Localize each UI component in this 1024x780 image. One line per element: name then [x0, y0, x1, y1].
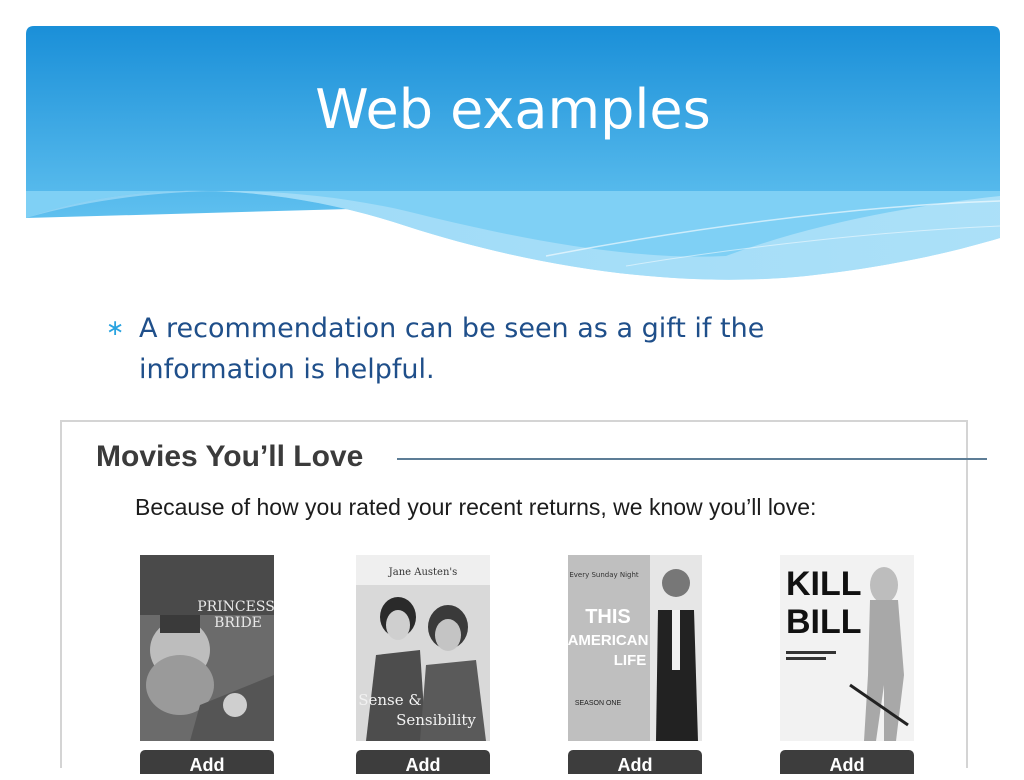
add-button[interactable]: Add — [568, 750, 702, 775]
poster-princess-bride[interactable]: PRINCESS BRIDE — [140, 555, 274, 741]
poster-title-line: Sensibility — [396, 711, 476, 729]
poster-sense-and-sensibility[interactable]: Jane Austen's Sense & Sensibility — [356, 555, 490, 741]
add-button[interactable]: Add — [780, 750, 914, 775]
poster-top-line: Jane Austen's — [388, 567, 458, 578]
figure-heading: Movies You’ll Love — [96, 440, 364, 473]
poster-this-american-life[interactable]: Every Sunday Night THIS AMERICAN LIFE SE… — [568, 555, 702, 741]
slide-title: Web examples — [315, 78, 711, 141]
slide-header-banner — [26, 26, 1000, 288]
add-button[interactable]: Add — [356, 750, 490, 775]
poster-kill-bill[interactable]: KILL BILL — [780, 555, 914, 741]
poster-title-line: KILL — [786, 565, 862, 603]
poster-title-line: BILL — [786, 603, 862, 641]
poster-title-line: PRINCESS — [197, 599, 274, 615]
poster-season: SEASON ONE — [575, 700, 622, 707]
poster-title-line: AMERICAN — [568, 632, 648, 649]
recommendation-screenshot: Movies You’ll Love Because of how you ra… — [60, 420, 968, 775]
bullet-asterisk-icon: ∗ — [106, 316, 125, 341]
figure-subheading: Because of how you rated your recent ret… — [135, 494, 817, 520]
poster-title-line: LIFE — [614, 652, 647, 669]
poster-top-line: Every Sunday Night — [569, 571, 639, 579]
bullet-text: A recommendation can be seen as a gift i… — [139, 313, 765, 385]
poster-title-line: BRIDE — [214, 615, 262, 631]
heading-divider-line — [397, 458, 987, 460]
poster-title-line: Sense & — [358, 691, 422, 709]
poster-title-line: THIS — [585, 606, 631, 628]
add-button[interactable]: Add — [140, 750, 274, 775]
